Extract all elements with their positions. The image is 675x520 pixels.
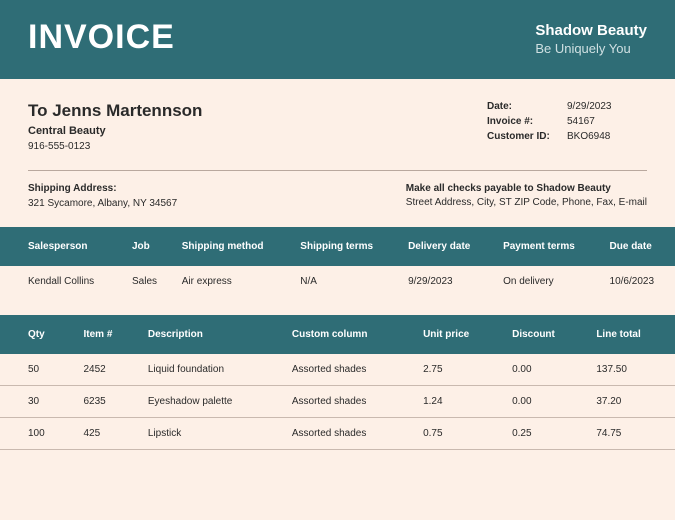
col-unit-price: Unit price bbox=[415, 315, 504, 354]
table-header-row: Salesperson Job Shipping method Shipping… bbox=[0, 227, 675, 266]
cell: 100 bbox=[0, 418, 76, 450]
shipping-section: Shipping Address: 321 Sycamore, Albany, … bbox=[0, 183, 675, 227]
company-name: Shadow Beauty bbox=[535, 22, 647, 39]
cell: 10/6/2023 bbox=[602, 266, 675, 297]
cell: 2452 bbox=[76, 354, 140, 386]
shipping-address-line: 321 Sycamore, Albany, NY 34567 bbox=[28, 198, 177, 209]
col-job: Job bbox=[124, 227, 174, 266]
cell: 137.50 bbox=[588, 354, 675, 386]
bill-to-name: To Jenns Martennson bbox=[28, 101, 202, 121]
cell: Lipstick bbox=[140, 418, 284, 450]
col-salesperson: Salesperson bbox=[0, 227, 124, 266]
meta-invoice-label: Invoice #: bbox=[487, 116, 567, 127]
cell: 50 bbox=[0, 354, 76, 386]
meta-customer-value: BKO6948 bbox=[567, 131, 647, 142]
header: INVOICE Shadow Beauty Be Uniquely You bbox=[0, 0, 675, 79]
cell: Liquid foundation bbox=[140, 354, 284, 386]
col-discount: Discount bbox=[504, 315, 588, 354]
col-shipping-terms: Shipping terms bbox=[292, 227, 400, 266]
invoice-title: INVOICE bbox=[28, 18, 175, 57]
col-payment-terms: Payment terms bbox=[495, 227, 601, 266]
col-custom: Custom column bbox=[284, 315, 415, 354]
col-description: Description bbox=[140, 315, 284, 354]
meta-date-value: 9/29/2023 bbox=[567, 101, 647, 112]
cell: Assorted shades bbox=[284, 354, 415, 386]
divider bbox=[28, 170, 647, 171]
cell: 0.00 bbox=[504, 354, 588, 386]
cell: N/A bbox=[292, 266, 400, 297]
shipping-label: Shipping Address: bbox=[28, 183, 177, 194]
cell: 2.75 bbox=[415, 354, 504, 386]
col-item: Item # bbox=[76, 315, 140, 354]
table-row: 50 2452 Liquid foundation Assorted shade… bbox=[0, 354, 675, 386]
invoice-meta: Date: 9/29/2023 Invoice #: 54167 Custome… bbox=[487, 101, 647, 152]
table-header-row: Qty Item # Description Custom column Uni… bbox=[0, 315, 675, 354]
order-info-table: Salesperson Job Shipping method Shipping… bbox=[0, 227, 675, 297]
col-line-total: Line total bbox=[588, 315, 675, 354]
cell: Assorted shades bbox=[284, 418, 415, 450]
payable-block: Make all checks payable to Shadow Beauty… bbox=[406, 183, 647, 209]
cell: 425 bbox=[76, 418, 140, 450]
shipping-address: Shipping Address: 321 Sycamore, Albany, … bbox=[28, 183, 177, 209]
cell: 0.75 bbox=[415, 418, 504, 450]
cell: Assorted shades bbox=[284, 386, 415, 418]
table-row: 30 6235 Eyeshadow palette Assorted shade… bbox=[0, 386, 675, 418]
cell: 9/29/2023 bbox=[400, 266, 495, 297]
cell: Air express bbox=[174, 266, 293, 297]
cell: Sales bbox=[124, 266, 174, 297]
meta-invoice-value: 54167 bbox=[567, 116, 647, 127]
col-qty: Qty bbox=[0, 315, 76, 354]
cell: 0.25 bbox=[504, 418, 588, 450]
bill-to-company: Central Beauty bbox=[28, 125, 202, 137]
payable-text: Make all checks payable to Shadow Beauty bbox=[406, 183, 647, 194]
cell: Kendall Collins bbox=[0, 266, 124, 297]
meta-customer-label: Customer ID: bbox=[487, 131, 567, 142]
cell: 0.00 bbox=[504, 386, 588, 418]
cell: 37.20 bbox=[588, 386, 675, 418]
col-shipping-method: Shipping method bbox=[174, 227, 293, 266]
table-row: 100 425 Lipstick Assorted shades 0.75 0.… bbox=[0, 418, 675, 450]
cell: Eyeshadow palette bbox=[140, 386, 284, 418]
table-row: Kendall Collins Sales Air express N/A 9/… bbox=[0, 266, 675, 297]
cell: 1.24 bbox=[415, 386, 504, 418]
cell: On delivery bbox=[495, 266, 601, 297]
col-delivery-date: Delivery date bbox=[400, 227, 495, 266]
company-tagline: Be Uniquely You bbox=[535, 41, 647, 56]
billing-section: To Jenns Martennson Central Beauty 916-5… bbox=[0, 79, 675, 164]
cell: 30 bbox=[0, 386, 76, 418]
col-due-date: Due date bbox=[602, 227, 675, 266]
company-block: Shadow Beauty Be Uniquely You bbox=[535, 18, 647, 56]
bill-to: To Jenns Martennson Central Beauty 916-5… bbox=[28, 101, 202, 152]
meta-date-label: Date: bbox=[487, 101, 567, 112]
bill-to-phone: 916-555-0123 bbox=[28, 141, 202, 152]
cell: 6235 bbox=[76, 386, 140, 418]
line-items-table: Qty Item # Description Custom column Uni… bbox=[0, 315, 675, 450]
payable-sub: Street Address, City, ST ZIP Code, Phone… bbox=[406, 197, 647, 208]
cell: 74.75 bbox=[588, 418, 675, 450]
